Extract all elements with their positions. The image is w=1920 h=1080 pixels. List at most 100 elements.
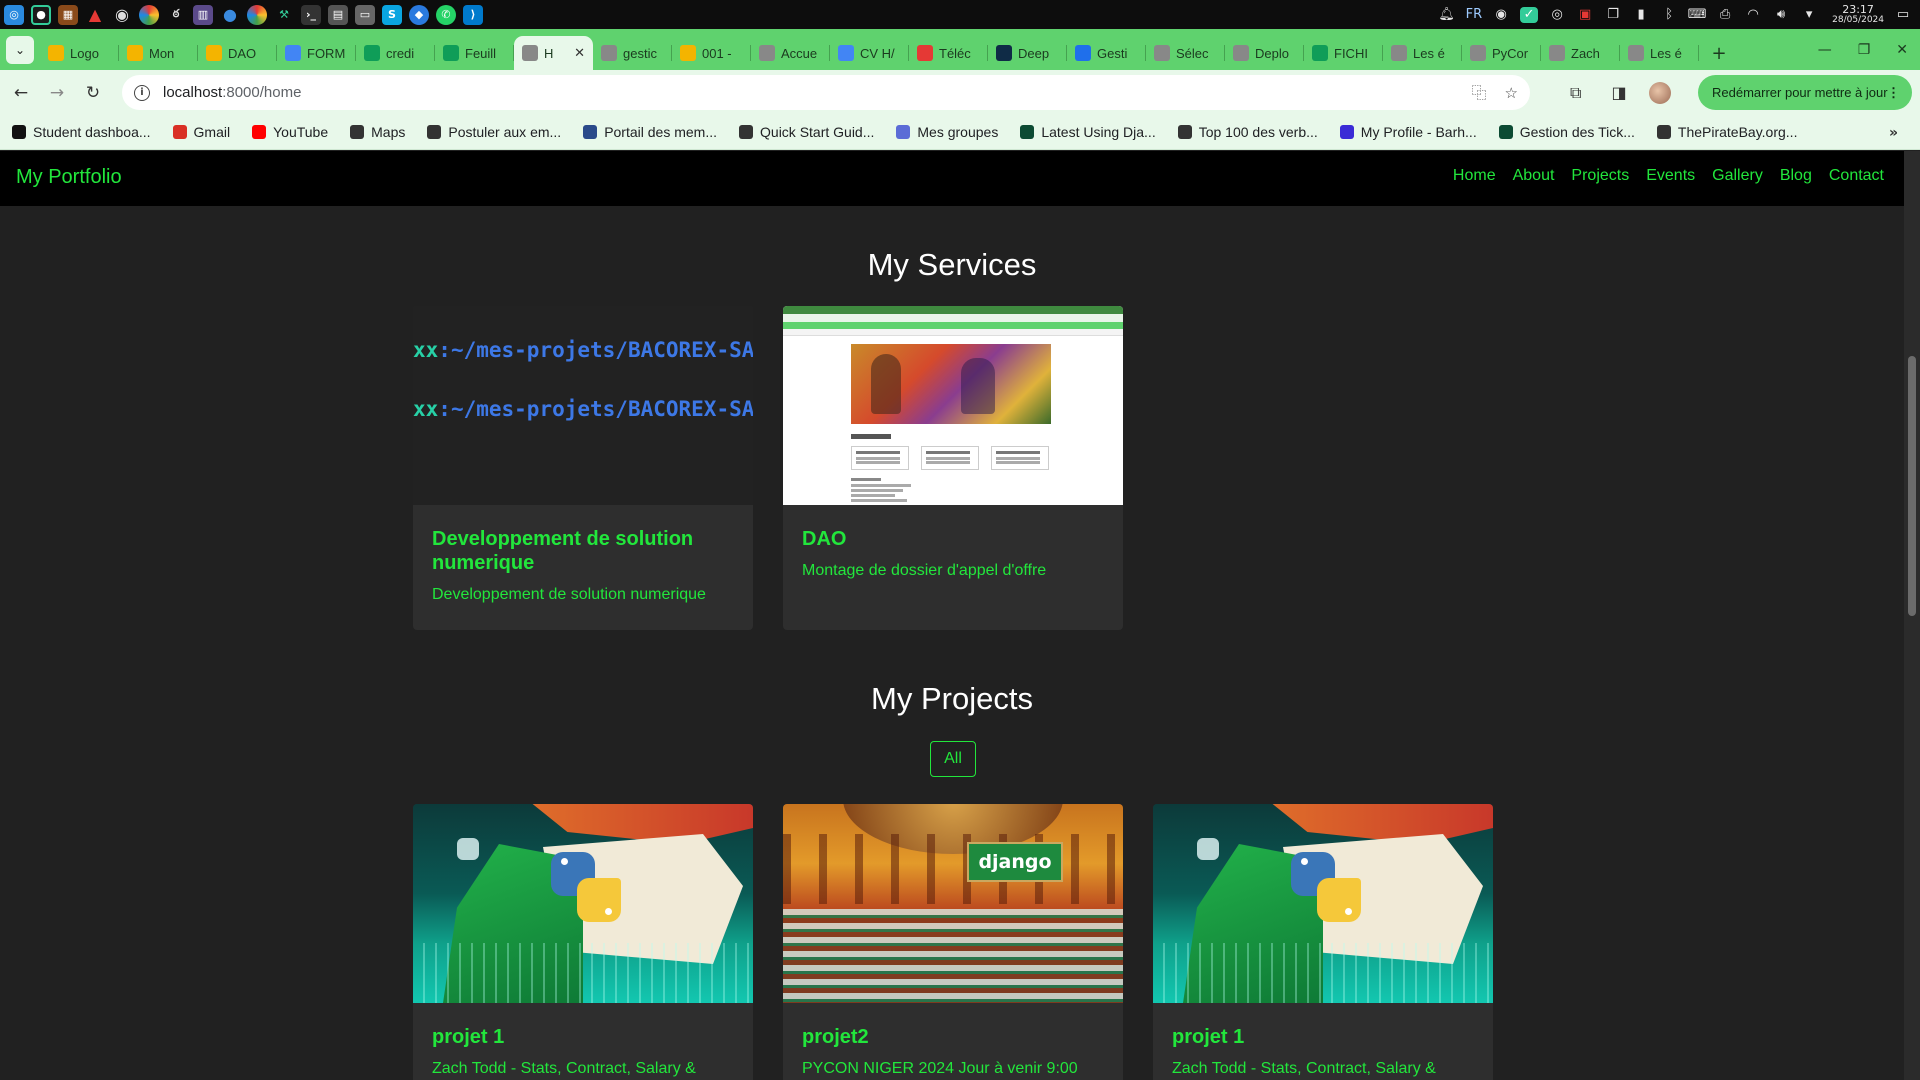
messenger-icon[interactable]: ◆: [409, 4, 429, 25]
browser-tab[interactable]: CV H/: [830, 36, 909, 70]
service-card[interactable]: DAO Montage de dossier d'appel d'offre: [783, 306, 1123, 630]
whatsapp-icon[interactable]: ✆: [436, 4, 456, 25]
bookmark-item[interactable]: Mes groupes: [896, 124, 998, 140]
bookmark-item[interactable]: YouTube: [252, 124, 328, 140]
nav-link-contact[interactable]: Contact: [1829, 167, 1884, 185]
address-bar[interactable]: i localhost:8000/home ⿻ ☆: [122, 75, 1530, 110]
browser-tab[interactable]: Les é: [1383, 36, 1462, 70]
page-scrollbar[interactable]: [1904, 151, 1920, 1080]
browser-tab[interactable]: Feuill: [435, 36, 514, 70]
scrollbar-thumb[interactable]: [1908, 356, 1916, 616]
browser-tab[interactable]: FORM: [277, 36, 356, 70]
bluetooth-icon[interactable]: ᛒ: [1660, 7, 1678, 23]
system-menu-icon[interactable]: ◎: [4, 4, 24, 25]
show-desktop-icon[interactable]: ▭: [1894, 7, 1912, 23]
color-app-icon[interactable]: [139, 4, 159, 25]
nav-link-events[interactable]: Events: [1646, 167, 1695, 185]
new-tab-button[interactable]: +: [1705, 36, 1733, 70]
bookmark-star-icon[interactable]: ☆: [1505, 84, 1518, 102]
sync-icon[interactable]: ◉: [1492, 7, 1510, 23]
side-panel-icon[interactable]: ◨: [1611, 83, 1626, 102]
tab-search-button[interactable]: ⌄: [6, 36, 34, 64]
back-button[interactable]: ←: [4, 76, 38, 110]
minimize-icon[interactable]: —: [1818, 42, 1832, 58]
browser-tab[interactable]: PyCor: [1462, 36, 1541, 70]
browser-tab[interactable]: Deplo: [1225, 36, 1304, 70]
printer-icon[interactable]: ⎙: [1716, 7, 1734, 23]
bookmark-item[interactable]: Latest Using Dja...: [1020, 124, 1156, 140]
site-brand[interactable]: My Portfolio: [16, 166, 122, 189]
browser-tab[interactable]: Deep: [988, 36, 1067, 70]
project-card[interactable]: projet 1 Zach Todd - Stats, Contract, Sa…: [413, 804, 753, 1080]
bookmark-item[interactable]: Quick Start Guid...: [739, 124, 874, 140]
owl-icon[interactable]: ఠ: [166, 5, 186, 25]
browser-tab[interactable]: 001 -: [672, 36, 751, 70]
browser-tab[interactable]: Logo: [40, 36, 119, 70]
photos-icon[interactable]: [247, 4, 267, 25]
browser-tab[interactable]: DAO: [198, 36, 277, 70]
browser-tab[interactable]: Zach: [1541, 36, 1620, 70]
browser-tab[interactable]: credi: [356, 36, 435, 70]
bookmark-item[interactable]: My Profile - Barh...: [1339, 124, 1477, 140]
restore-icon[interactable]: ❐: [1858, 42, 1871, 58]
browser-tab[interactable]: gestic: [593, 36, 672, 70]
url-text[interactable]: localhost:8000/home: [163, 84, 301, 101]
site-info-icon[interactable]: i: [134, 84, 150, 101]
keyboard-language[interactable]: FR: [1466, 7, 1483, 23]
browser-tab[interactable]: Gesti: [1067, 36, 1146, 70]
nav-link-about[interactable]: About: [1513, 167, 1555, 185]
project-card[interactable]: projet 1 Zach Todd - Stats, Contract, Sa…: [1153, 804, 1493, 1080]
translate-icon[interactable]: ⿻: [1472, 82, 1487, 103]
terminal-icon[interactable]: ›_: [301, 4, 321, 25]
forward-button[interactable]: →: [40, 76, 74, 110]
bookmark-item[interactable]: Gestion des Tick...: [1498, 124, 1635, 140]
bookmark-item[interactable]: Top 100 des verb...: [1177, 124, 1318, 140]
nav-link-projects[interactable]: Projects: [1571, 167, 1629, 185]
files-icon[interactable]: ▭: [355, 4, 375, 25]
more-menu-icon[interactable]: ⋮: [1887, 85, 1900, 101]
clock[interactable]: 23:17 28/05/2024: [1832, 4, 1884, 26]
nav-link-home[interactable]: Home: [1453, 167, 1496, 185]
warning-app-icon[interactable]: ▲: [85, 5, 105, 25]
aperture-icon[interactable]: ◉: [112, 5, 132, 25]
volume-icon[interactable]: 🔊︎: [1772, 7, 1790, 23]
vscode-icon[interactable]: ⟩: [463, 4, 483, 25]
browser-tab[interactable]: Les é: [1620, 36, 1699, 70]
chrome-icon[interactable]: ●: [31, 4, 51, 25]
monitor-icon[interactable]: ▤: [328, 4, 348, 25]
cast-icon[interactable]: ◎: [1548, 7, 1566, 23]
browser-tab[interactable]: Sélec: [1146, 36, 1225, 70]
keyboard-icon[interactable]: ⌨: [1688, 7, 1707, 23]
battery-icon[interactable]: ▮: [1632, 7, 1650, 23]
project-card[interactable]: django projet2 PYCON NIGER 2024 Jour à v…: [783, 804, 1123, 1080]
browser-tab[interactable]: H ✕: [514, 36, 593, 70]
app-icon[interactable]: ▦: [58, 4, 78, 25]
close-tab-icon[interactable]: ✕: [574, 45, 585, 61]
bookmark-item[interactable]: ThePirateBay.org...: [1656, 124, 1797, 140]
tools-icon[interactable]: ⚒: [274, 5, 294, 25]
check-icon[interactable]: ✓: [1520, 6, 1539, 23]
browser-tab[interactable]: Mon: [119, 36, 198, 70]
bookmark-item[interactable]: Maps: [350, 124, 405, 140]
skype-icon[interactable]: S: [382, 4, 402, 25]
book-icon[interactable]: ▥: [193, 4, 213, 25]
notification-icon[interactable]: 🔔︎: [1438, 7, 1456, 23]
circle-app-icon[interactable]: ●: [220, 5, 240, 25]
bookmarks-overflow-icon[interactable]: »: [1889, 125, 1898, 141]
filter-all-button[interactable]: All: [930, 741, 976, 777]
bookmark-item[interactable]: Student dashboa...: [12, 124, 151, 140]
screen-record-icon[interactable]: ▣: [1576, 7, 1594, 23]
bookmark-item[interactable]: Postuler aux em...: [427, 124, 561, 140]
browser-tab[interactable]: Téléc: [909, 36, 988, 70]
tray-expand-icon[interactable]: ▾: [1800, 7, 1818, 23]
profile-avatar[interactable]: [1648, 81, 1671, 104]
nav-link-blog[interactable]: Blog: [1780, 167, 1812, 185]
browser-tab[interactable]: Accue: [751, 36, 830, 70]
extensions-icon[interactable]: ⧉: [1570, 83, 1581, 103]
wifi-icon[interactable]: ◠: [1744, 7, 1762, 23]
clipboard-icon[interactable]: ❐: [1604, 7, 1622, 23]
close-window-icon[interactable]: ✕: [1896, 42, 1908, 58]
bookmark-item[interactable]: Portail des mem...: [583, 124, 717, 140]
browser-tab[interactable]: FICHI: [1304, 36, 1383, 70]
service-card[interactable]: xx:~/mes-projets/BACOREX-SA xx:~/mes-pro…: [413, 306, 753, 630]
